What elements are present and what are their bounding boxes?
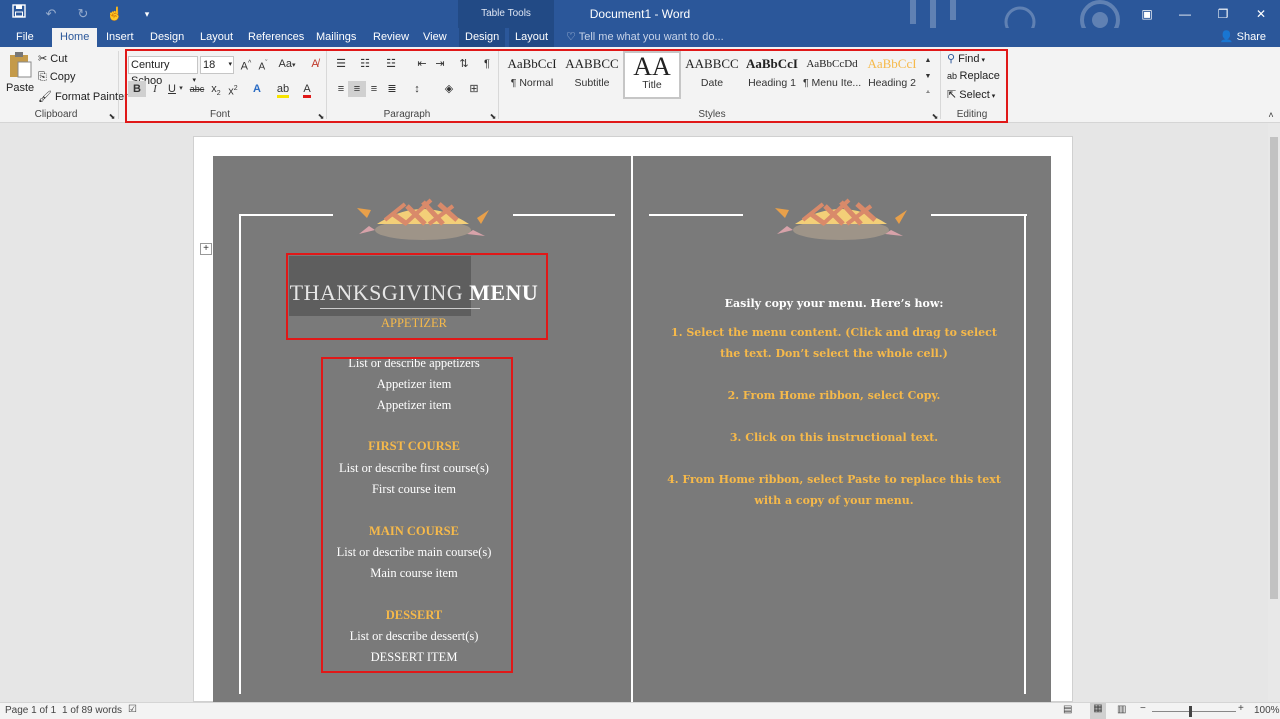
vertical-scrollbar[interactable]	[1268, 123, 1280, 702]
copy-icon: ⎘	[38, 71, 50, 83]
copy-label: Copy	[49, 71, 76, 83]
status-bar: Page 1 of 1 1 of 89 words ☑ ▤ ▦ ▥ − + 10…	[0, 702, 1280, 719]
lightbulb-icon: ♡	[566, 31, 579, 43]
tab-review[interactable]: Review	[367, 28, 415, 47]
cut-button[interactable]: ✂ Cut	[38, 52, 67, 65]
title-bar: ↶ ↻ ☝ ▾ Table Tools Document1 - Word ▣ —…	[0, 0, 1280, 40]
scissors-icon: ✂	[38, 53, 51, 65]
instruction-step: 2. From Home ribbon, select Copy.	[727, 389, 941, 402]
redo-icon[interactable]: ↻	[72, 4, 94, 24]
save-icon[interactable]	[8, 4, 30, 24]
title-highlight-box	[286, 253, 548, 340]
table-tools-label: Table Tools	[458, 0, 554, 28]
print-layout-icon[interactable]: ▦	[1090, 703, 1106, 719]
zoom-in-icon[interactable]: +	[1238, 703, 1244, 714]
format-painter-button[interactable]: 🖌 Format Painter	[38, 90, 128, 103]
tab-references[interactable]: References	[242, 28, 310, 47]
instruction-step: 3. Click on this instructional text.	[729, 431, 939, 444]
cut-label: Cut	[50, 53, 68, 65]
page-count[interactable]: Page 1 of 1	[5, 705, 56, 716]
share-label: Share	[1236, 31, 1266, 43]
home-ribbon: Paste ✂ Cut ⎘ Copy 🖌 Format Painter Clip…	[0, 47, 1280, 123]
touch-mode-icon[interactable]: ☝	[104, 4, 126, 24]
zoom-out-icon[interactable]: −	[1140, 703, 1146, 714]
frame-line	[649, 214, 743, 216]
copy-button[interactable]: ⎘ Copy	[38, 71, 76, 84]
clipboard-icon	[10, 52, 32, 78]
frame-line	[239, 214, 333, 216]
collapse-ribbon-icon[interactable]: ˄	[1262, 107, 1280, 123]
share-button[interactable]: 👤 Share	[1220, 28, 1266, 47]
ribbon-tabs: File Home Insert Design Layout Reference…	[0, 28, 1280, 48]
tell-me-text: Tell me what you want to do...	[578, 31, 724, 43]
minimize-icon[interactable]: —	[1166, 0, 1204, 28]
tab-insert[interactable]: Insert	[100, 28, 140, 47]
zoom-slider-thumb[interactable]	[1189, 706, 1192, 717]
instruction-intro: Easily copy your menu. Here’s how:	[724, 297, 944, 310]
customize-qat-icon[interactable]: ▾	[136, 4, 158, 24]
ribbon-highlight-box	[125, 49, 1008, 123]
tab-layout[interactable]: Layout	[194, 28, 239, 47]
tab-design[interactable]: Design	[144, 28, 190, 47]
close-icon[interactable]: ✕	[1242, 0, 1280, 28]
tab-home[interactable]: Home	[52, 28, 98, 48]
tab-file[interactable]: File	[10, 28, 40, 47]
word-count[interactable]: 1 of 89 words	[62, 705, 122, 716]
tab-table-design[interactable]: Design	[459, 28, 506, 47]
pie-illustration	[775, 198, 907, 240]
undo-icon[interactable]: ↶	[40, 4, 62, 24]
frame-line	[513, 214, 615, 216]
menu-items-highlight-box	[321, 357, 513, 673]
tab-table-layout[interactable]: Layout	[509, 28, 555, 47]
tab-mailings[interactable]: Mailings	[310, 28, 362, 47]
pie-illustration	[357, 198, 489, 240]
brush-icon: 🖌	[38, 91, 56, 103]
ribbon-display-icon[interactable]: ▣	[1128, 0, 1166, 28]
quick-access-toolbar: ↶ ↻ ☝ ▾	[8, 4, 158, 24]
format-painter-label: Format Painter	[55, 91, 128, 103]
paste-button[interactable]: Paste	[6, 51, 34, 97]
zoom-slider[interactable]	[1152, 711, 1236, 712]
zoom-level[interactable]: 100%	[1254, 705, 1280, 716]
frame-line	[1024, 214, 1026, 694]
instruction-step: 4. From Home ribbon, select Paste to rep…	[667, 473, 1001, 507]
tell-me-box[interactable]: ♡ Tell me what you want to do...	[566, 28, 724, 47]
frame-line	[931, 214, 1027, 216]
window-controls: ▣ — ❐ ✕	[1128, 0, 1280, 28]
scrollbar-thumb[interactable]	[1270, 137, 1278, 599]
window-title: Document1 - Word	[589, 7, 691, 21]
table-move-handle-icon[interactable]: +	[200, 243, 212, 255]
cell-divider	[631, 156, 633, 702]
web-layout-icon[interactable]: ▥	[1117, 704, 1126, 715]
read-mode-icon[interactable]: ▤	[1063, 704, 1072, 715]
clipboard-group-label: Clipboard	[34, 109, 78, 120]
ribbon-separator	[118, 51, 119, 119]
proofing-icon[interactable]: ☑	[128, 704, 137, 715]
restore-icon[interactable]: ❐	[1204, 0, 1242, 28]
paste-label: Paste	[6, 82, 35, 94]
tab-view[interactable]: View	[417, 28, 453, 47]
person-icon: 👤	[1219, 31, 1237, 43]
instruction-step: 1. Select the menu content. (Click and d…	[671, 326, 997, 360]
